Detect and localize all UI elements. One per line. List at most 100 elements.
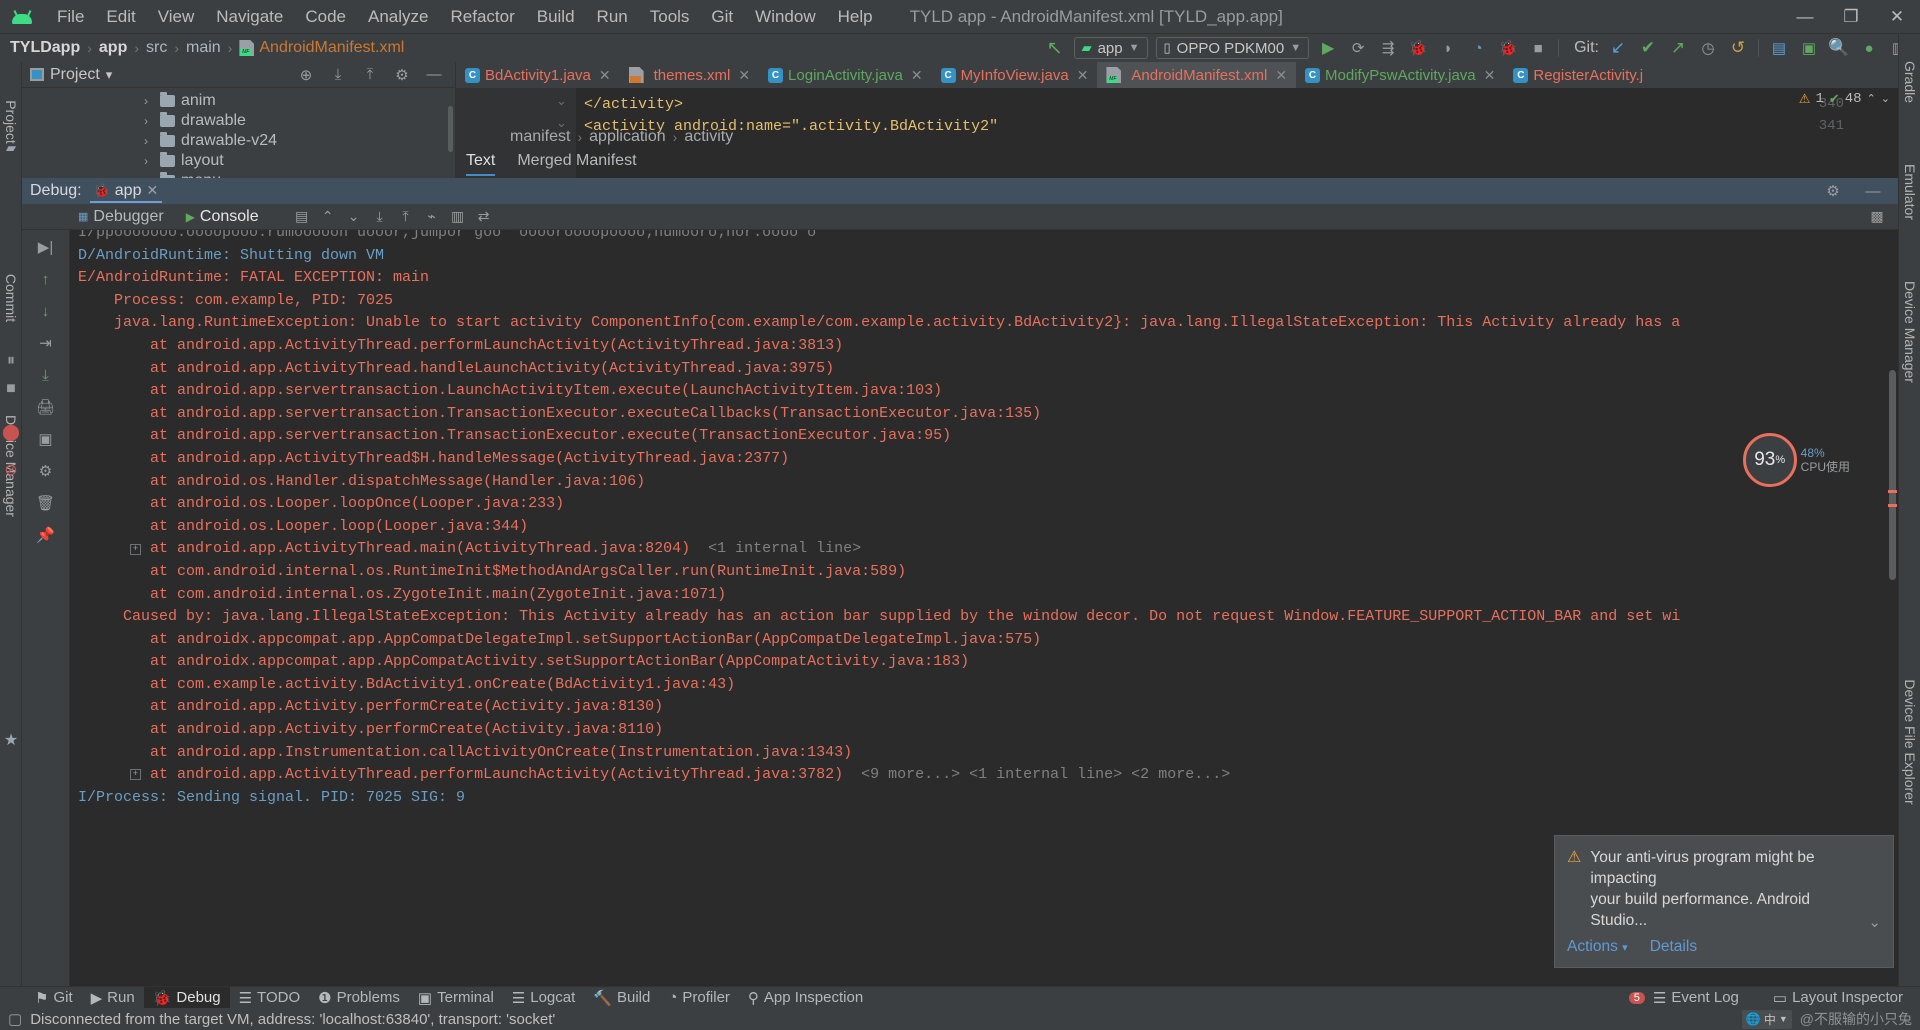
rail-label-emulator[interactable]: Emulator [1902, 164, 1918, 220]
close-icon[interactable]: ✕ [1484, 67, 1496, 84]
tab-merged-manifest[interactable]: Merged Manifest [517, 152, 636, 176]
breadcrumb-main[interactable]: main [186, 39, 221, 57]
bottom-item-app-inspection[interactable]: ⚲ App Inspection [739, 987, 872, 1009]
pin-icon[interactable]: 📌 [33, 524, 59, 546]
console-line[interactable]: at android.os.Looper.loopOnce(Looper.jav… [70, 493, 1898, 516]
rail-label-commit[interactable]: Commit [3, 274, 19, 322]
console-line[interactable]: at androidx.appcompat.app.AppCompatDeleg… [70, 629, 1898, 652]
manifest-crumb-activity[interactable]: activity [684, 128, 733, 146]
manifest-crumb-application[interactable]: application [589, 128, 666, 146]
avd-manager-icon[interactable]: ▤ [1764, 35, 1794, 61]
menu-tools[interactable]: Tools [639, 3, 701, 31]
breadcrumb-project[interactable]: TYLDapp [10, 39, 80, 57]
git-push-icon[interactable]: ↗ [1663, 35, 1693, 61]
chevron-right-icon[interactable]: › [144, 154, 154, 168]
inspection-widget[interactable]: ⚠ 1 ✔ 48 ⌃ ⌄ [1799, 91, 1890, 107]
menu-refactor[interactable]: Refactor [439, 3, 525, 31]
run-configuration-selector[interactable]: ▰ app ▼ [1073, 37, 1148, 59]
step-into-icon[interactable]: ⇥ [33, 332, 59, 354]
menu-run[interactable]: Run [586, 3, 639, 31]
console-line[interactable]: at android.os.Handler.dispatchMessage(Ha… [70, 471, 1898, 494]
error-stripe-mark[interactable] [1888, 490, 1897, 493]
editor-tab-androidmanifest[interactable]: MF AndroidManifest.xml ✕ [1097, 62, 1297, 88]
down-arrow-icon[interactable]: ↓ [33, 300, 59, 322]
close-icon[interactable]: ✕ [599, 67, 611, 84]
collapse-all-icon[interactable]: ⤓ [323, 62, 353, 88]
fold-expand-icon[interactable]: + [130, 544, 141, 555]
soft-wrap-icon[interactable]: ⇄ [473, 207, 495, 227]
profiler-icon[interactable]: ◔ [1463, 35, 1493, 61]
chevron-right-icon[interactable]: › [144, 134, 154, 148]
device-selector[interactable]: ▯ OPPO PDKM00 ▼ [1155, 37, 1310, 59]
close-icon[interactable]: ✕ [738, 67, 750, 84]
editor-tab-themes[interactable]: themes.xml ✕ [620, 62, 759, 88]
resume-icon[interactable]: ▶| [33, 236, 59, 258]
search-icon[interactable]: 🔍 [1824, 35, 1854, 61]
rail-label-project[interactable]: Project [3, 100, 19, 144]
menu-git[interactable]: Git [700, 3, 744, 31]
bottom-tool-bar[interactable]: ⚑ Git ▶ Run 🐞 Debug ☰ TODO ❶ Problems ▣ Termin… [0, 986, 1920, 1009]
minimize-icon[interactable]: — [1858, 178, 1888, 204]
tab-text[interactable]: Text [466, 152, 496, 176]
editor-tab-modifypswactivity[interactable]: C ModifyPswActivity.java ✕ [1296, 62, 1504, 88]
rail-label-device-file-explorer[interactable]: Device File Explorer [1902, 679, 1918, 804]
menu-build[interactable]: Build [526, 3, 586, 31]
menu-edit[interactable]: Edit [95, 3, 146, 31]
bottom-item-run[interactable]: ▶ Run [82, 987, 144, 1009]
editor-tab-loginactivity[interactable]: C LoginActivity.java ✕ [759, 62, 932, 88]
console-line[interactable]: at android.app.Activity.performCreate(Ac… [70, 696, 1898, 719]
console-line[interactable]: at androidx.appcompat.app.AppCompatActiv… [70, 651, 1898, 674]
chevron-right-icon[interactable]: › [144, 114, 154, 128]
project-scrollbar[interactable] [448, 106, 453, 152]
console-line[interactable]: at android.app.Instrumentation.callActiv… [70, 742, 1898, 765]
locate-icon[interactable]: ⊕ [291, 62, 321, 88]
debug-icon[interactable]: 🐞 [1403, 35, 1433, 61]
mute-breakpoints-icon[interactable]: ⬤ [0, 422, 22, 442]
tree-node-layout[interactable]: › layout [22, 151, 455, 171]
maximize-button[interactable]: ❐ [1828, 0, 1874, 34]
expand-all-icon[interactable]: ⤒ [355, 62, 385, 88]
tab-debugger[interactable]: ▦ Debugger [72, 206, 170, 228]
notification-actions-link[interactable]: Actions ▾ [1567, 938, 1628, 956]
settings-icon[interactable]: ⚙ [33, 460, 59, 482]
editor-tab-bdactivity1[interactable]: C BdActivity1.java ✕ [456, 62, 620, 88]
debug-side-toolbar[interactable]: ▶| ↑ ↓ ⇥ ⤓ 🖨 ▣ ⚙ 🗑 📌 [22, 230, 70, 986]
down-stack-icon[interactable]: ⌄ [343, 207, 365, 227]
menu-code[interactable]: Code [294, 3, 357, 31]
step-up-icon[interactable]: ⤒ [395, 207, 417, 227]
tree-node-drawable[interactable]: › drawable [22, 111, 455, 131]
bottom-item-layout-inspector[interactable]: ▭ Layout Inspector [1764, 987, 1912, 1009]
menu-analyze[interactable]: Analyze [357, 3, 439, 31]
bottom-item-profiler[interactable]: ◔ Profiler [659, 987, 739, 1008]
run-with-coverage-icon[interactable]: 🐞 [1493, 35, 1523, 61]
breadcrumb-src[interactable]: src [146, 39, 167, 57]
apply-code-changes-icon[interactable]: ⇶ [1373, 35, 1403, 61]
stop-icon[interactable]: ■ [1523, 35, 1553, 61]
fold-expand-icon[interactable]: + [130, 769, 141, 780]
git-update-icon[interactable]: ↙ [1603, 35, 1633, 61]
bottom-item-git[interactable]: ⚑ Git [26, 987, 82, 1009]
view-breakpoints-icon[interactable]: ⊘ [0, 460, 22, 480]
manifest-breadcrumb[interactable]: manifest › application › activity [510, 128, 733, 146]
git-history-icon[interactable]: ◷ [1693, 35, 1723, 61]
debug-sub-tabs[interactable]: ▦ Debugger ▶ Console ▤ ⌃ ⌄ ⤓ ⤒ ⌁ ▥ ⇄ ▩ [22, 204, 1898, 230]
bottom-item-logcat[interactable]: ☰ Logcat [503, 987, 585, 1009]
make-project-icon[interactable]: ↖ [1040, 35, 1070, 61]
menu-bar[interactable]: File Edit View Navigate Code Analyze Ref… [46, 3, 884, 31]
bottom-item-build[interactable]: 🔨 Build [584, 987, 659, 1009]
tree-node-drawable-v24[interactable]: › drawable-v24 [22, 131, 455, 151]
git-commit-icon[interactable]: ✔ [1633, 35, 1663, 61]
stop-icon[interactable]: ■ [0, 380, 22, 398]
breadcrumb-manifest[interactable]: AndroidManifest.xml [259, 39, 404, 57]
up-arrow-icon[interactable]: ↑ [33, 268, 59, 290]
bottom-item-debug[interactable]: 🐞 Debug [143, 986, 230, 1009]
editor-tab-myinfoview[interactable]: C MyInfoView.java ✕ [932, 62, 1098, 88]
scroll-to-end-icon[interactable]: ▤ [291, 207, 313, 227]
bottom-item-problems[interactable]: ❶ Problems [309, 987, 409, 1009]
editor-tab-bar[interactable]: C BdActivity1.java ✕ themes.xml ✕ C Logi… [456, 62, 1898, 88]
chevron-down-icon[interactable]: ▼ [1779, 1014, 1788, 1024]
ime-indicator[interactable]: 🌐 中 ▼ [1741, 1009, 1792, 1029]
tab-console[interactable]: ▶ Console [180, 206, 265, 228]
project-tree[interactable]: › anim › drawable › drawable-v24 › layou… [22, 88, 455, 191]
tree-node-anim[interactable]: › anim [22, 91, 455, 111]
